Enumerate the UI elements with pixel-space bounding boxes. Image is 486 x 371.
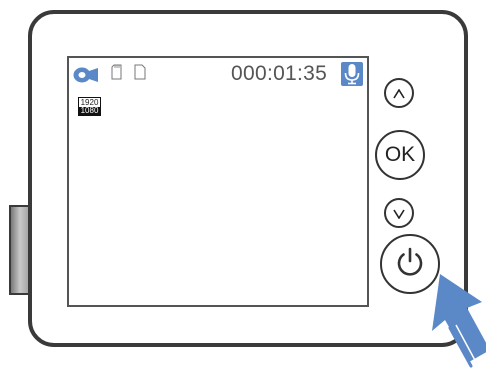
ok-button[interactable]: OK: [375, 130, 425, 180]
resolution-height: 1080: [79, 106, 100, 115]
ok-button-label: OK: [384, 143, 416, 166]
up-button[interactable]: [384, 78, 414, 108]
sd-card-icon: [134, 64, 146, 80]
sd-card-icon: [111, 64, 122, 80]
device-illustration: 000:01:35 1920 1080 OK: [0, 0, 486, 371]
chevron-down-icon: [393, 203, 405, 224]
resolution-badge: 1920 1080: [78, 97, 101, 116]
down-button[interactable]: [384, 198, 414, 228]
screen-status-bar: 000:01:35: [69, 58, 367, 98]
microphone-icon: [341, 62, 363, 86]
lcd-screen: 000:01:35 1920 1080: [67, 56, 369, 307]
pointer-arrow-icon: [412, 274, 486, 371]
video-camera-icon: [73, 67, 99, 83]
recording-timer: 000:01:35: [231, 62, 328, 85]
chevron-up-icon: [393, 83, 405, 104]
